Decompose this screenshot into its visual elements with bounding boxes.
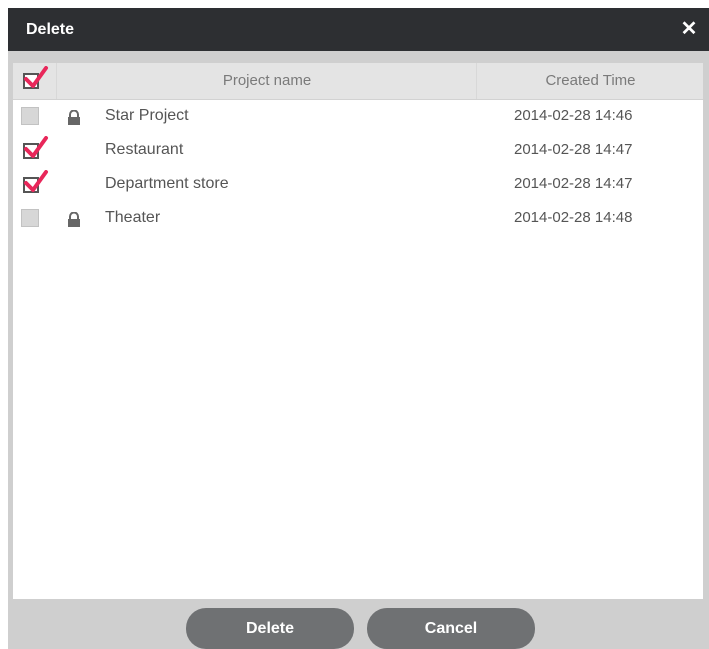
row-checkbox[interactable]: [23, 136, 48, 159]
checkmark-icon: [24, 136, 48, 158]
created-time: 2014-02-28 14:47: [514, 141, 633, 158]
row-checkbox[interactable]: [23, 170, 48, 193]
column-header-project-name[interactable]: Project name: [56, 63, 477, 99]
list-header: Project name Created Time: [13, 63, 703, 100]
project-name: Restaurant: [105, 141, 184, 158]
lock-icon: [68, 110, 80, 125]
table-row[interactable]: Theater 2014-02-28 14:48: [13, 201, 703, 235]
delete-button[interactable]: Delete: [186, 608, 354, 649]
cancel-button[interactable]: Cancel: [367, 608, 535, 649]
row-checkbox[interactable]: [21, 107, 39, 125]
checkmark-icon: [24, 66, 48, 88]
select-all-checkbox[interactable]: [23, 66, 48, 89]
created-time: 2014-02-28 14:48: [514, 209, 633, 226]
created-time: 2014-02-28 14:46: [514, 107, 633, 124]
project-name: Theater: [105, 209, 161, 226]
dialog-title: Delete: [26, 21, 75, 38]
project-name: Star Project: [105, 107, 189, 124]
project-list: Project name Created Time Star Project 2…: [13, 63, 703, 599]
table-row[interactable]: Restaurant 2014-02-28 14:47: [13, 133, 703, 167]
lock-icon: [68, 212, 80, 227]
column-header-created-time[interactable]: Created Time: [476, 63, 704, 99]
close-icon[interactable]: ✕: [677, 17, 701, 41]
table-row[interactable]: Department store 2014-02-28 14:47: [13, 167, 703, 201]
dialog-titlebar: Delete ✕: [8, 8, 709, 51]
table-row[interactable]: Star Project 2014-02-28 14:46: [13, 99, 703, 133]
project-name: Department store: [105, 175, 229, 192]
created-time: 2014-02-28 14:47: [514, 175, 633, 192]
delete-dialog: Delete ✕ Project name Created Time Star …: [8, 8, 709, 649]
row-checkbox[interactable]: [21, 209, 39, 227]
checkmark-icon: [24, 170, 48, 192]
